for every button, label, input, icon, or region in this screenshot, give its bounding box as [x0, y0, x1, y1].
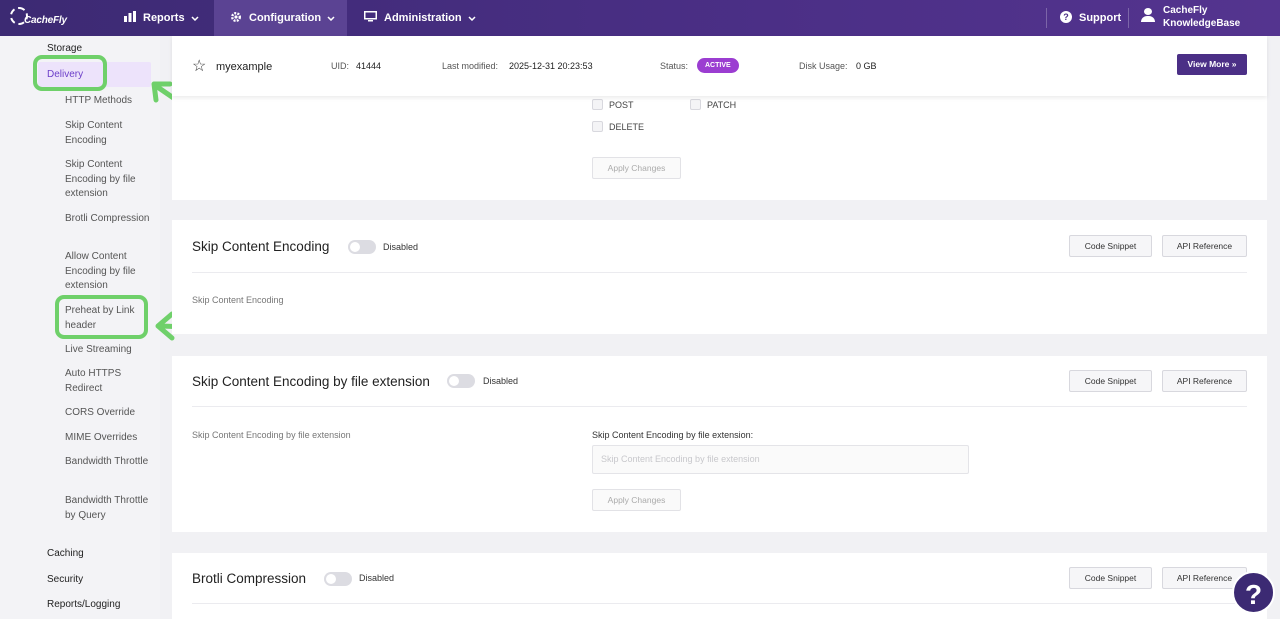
gear-icon — [230, 11, 242, 26]
svg-text:?: ? — [1063, 12, 1069, 22]
sidebar-item-security[interactable]: Security — [47, 573, 83, 588]
skip-content-encoding-by-ext-card: Skip Content Encoding by file extension … — [172, 356, 1267, 532]
sidebar-item-http-methods[interactable]: HTTP Methods — [65, 94, 150, 109]
sidebar-item-live-streaming[interactable]: Live Streaming — [65, 343, 150, 358]
method-patch[interactable]: PATCH — [690, 99, 736, 110]
nav-administration[interactable]: Administration — [364, 0, 476, 36]
toggle-status: Disabled — [359, 573, 395, 583]
user-name: CacheFly KnowledgeBase — [1163, 4, 1240, 30]
nav-support[interactable]: ? Support — [1060, 0, 1121, 36]
divider — [192, 406, 1247, 407]
chevron-down-icon — [327, 13, 335, 23]
user-name-line1: CacheFly — [1163, 5, 1208, 16]
preheat-highlight-box — [55, 295, 148, 339]
checkbox[interactable] — [592, 99, 603, 110]
delivery-highlight-box — [33, 55, 107, 91]
divider — [192, 272, 1247, 273]
service-summary-bar: ☆ myexample UID: 41444 Last modified: 20… — [172, 36, 1267, 96]
sidebar-item-cors-override[interactable]: CORS Override — [65, 406, 150, 421]
divider — [192, 603, 1247, 604]
sidebar-item-allow-content-encoding[interactable]: Allow Content Encoding by file extension — [65, 250, 150, 294]
code-snippet-button[interactable]: Code Snippet — [1069, 235, 1152, 257]
nav-configuration[interactable]: Configuration — [214, 0, 347, 36]
service-name: myexample — [216, 61, 273, 73]
extension-input[interactable]: Skip Content Encoding by file extension — [592, 445, 969, 474]
top-navbar: CacheFly Reports Configuration Administr… — [0, 0, 1280, 36]
section-description: Skip Content Encoding by file extension — [192, 430, 351, 440]
section-title: Skip Content Encoding — [192, 239, 330, 254]
nav-reports[interactable]: Reports — [124, 0, 199, 36]
toggle-status: Disabled — [383, 242, 419, 252]
sidebar-item-bandwidth-throttle-by-query[interactable]: Bandwidth Throttle by Query — [65, 494, 150, 523]
checkbox[interactable] — [690, 99, 701, 110]
checkbox[interactable] — [592, 121, 603, 132]
monitor-icon — [364, 11, 377, 25]
uid-label: UID: — [331, 61, 349, 71]
sidebar-item-reports-logging[interactable]: Reports/Logging — [47, 598, 120, 613]
nav-reports-label: Reports — [143, 12, 185, 24]
star-icon[interactable]: ☆ — [192, 56, 206, 76]
bar-chart-icon — [124, 11, 136, 25]
chevron-down-icon — [468, 13, 476, 23]
status-label: Status: — [660, 61, 689, 71]
code-snippet-button[interactable]: Code Snippet — [1069, 370, 1152, 392]
enable-toggle[interactable] — [324, 572, 352, 586]
cachefly-logo[interactable]: CacheFly — [10, 5, 70, 31]
skip-content-encoding-card: Skip Content Encoding Disabled Code Snip… — [172, 220, 1267, 334]
sidebar-item-brotli-compression[interactable]: Brotli Compression — [65, 212, 150, 227]
method-post-label: POST — [609, 99, 634, 110]
method-post[interactable]: POST — [592, 99, 634, 110]
status-badge: ACTIVE — [697, 58, 739, 73]
user-icon — [1141, 8, 1155, 22]
question-circle-icon: ? — [1060, 10, 1072, 26]
brotli-compression-card: Brotli Compression Disabled Code Snippet… — [172, 553, 1267, 619]
sidebar-item-caching[interactable]: Caching — [47, 547, 84, 562]
extension-field-label: Skip Content Encoding by file extension: — [592, 430, 754, 440]
user-menu[interactable]: CacheFly KnowledgeBase — [1141, 4, 1240, 30]
apply-changes-button[interactable]: Apply Changes — [592, 489, 681, 511]
toggle-status: Disabled — [483, 376, 519, 386]
uid-value: 41444 — [356, 61, 382, 71]
enable-toggle[interactable] — [348, 240, 376, 254]
api-reference-button[interactable]: API Reference — [1162, 370, 1247, 392]
disk-usage-label: Disk Usage: — [799, 61, 848, 71]
logo-text: CacheFly — [24, 15, 67, 26]
method-delete-label: DELETE — [609, 121, 645, 132]
method-patch-label: PATCH — [707, 99, 737, 110]
sidebar-item-bandwidth-throttle[interactable]: Bandwidth Throttle — [65, 455, 150, 470]
help-button[interactable]: ? — [1232, 571, 1275, 614]
user-name-line2: KnowledgeBase — [1163, 18, 1241, 29]
enable-toggle[interactable] — [447, 374, 475, 388]
last-modified-label: Last modified: — [442, 61, 499, 71]
nav-divider — [1128, 8, 1129, 28]
section-title: Brotli Compression — [192, 571, 307, 586]
nav-administration-label: Administration — [384, 12, 462, 24]
nav-configuration-label: Configuration — [249, 12, 322, 24]
sidebar-item-skip-content-encoding[interactable]: Skip Content Encoding — [65, 119, 150, 148]
last-modified-value: 2025-12-31 20:23:53 — [509, 61, 593, 71]
method-delete[interactable]: DELETE — [592, 121, 644, 132]
code-snippet-button[interactable]: Code Snippet — [1069, 567, 1152, 589]
sidebar-item-auto-https-redirect[interactable]: Auto HTTPS Redirect — [65, 367, 150, 396]
api-reference-button[interactable]: API Reference — [1162, 235, 1247, 257]
nav-support-label: Support — [1079, 12, 1122, 24]
chevron-down-icon — [191, 13, 199, 23]
view-more-button[interactable]: View More » — [1177, 54, 1247, 75]
sidebar: Storage Delivery HTTP Methods Skip Conte… — [0, 36, 160, 619]
sidebar-item-mime-overrides[interactable]: MIME Overrides — [65, 431, 150, 446]
disk-usage-value: 0 GB — [856, 61, 877, 71]
section-description: Skip Content Encoding — [192, 295, 284, 305]
nav-divider — [1046, 8, 1047, 28]
section-title: Skip Content Encoding by file extension — [192, 374, 430, 389]
apply-changes-button[interactable]: Apply Changes — [592, 157, 681, 179]
main-content: ☆ myexample UID: 41444 Last modified: 20… — [160, 36, 1280, 619]
sidebar-item-skip-content-encoding-by-ext[interactable]: Skip Content Encoding by file extension — [65, 158, 150, 202]
